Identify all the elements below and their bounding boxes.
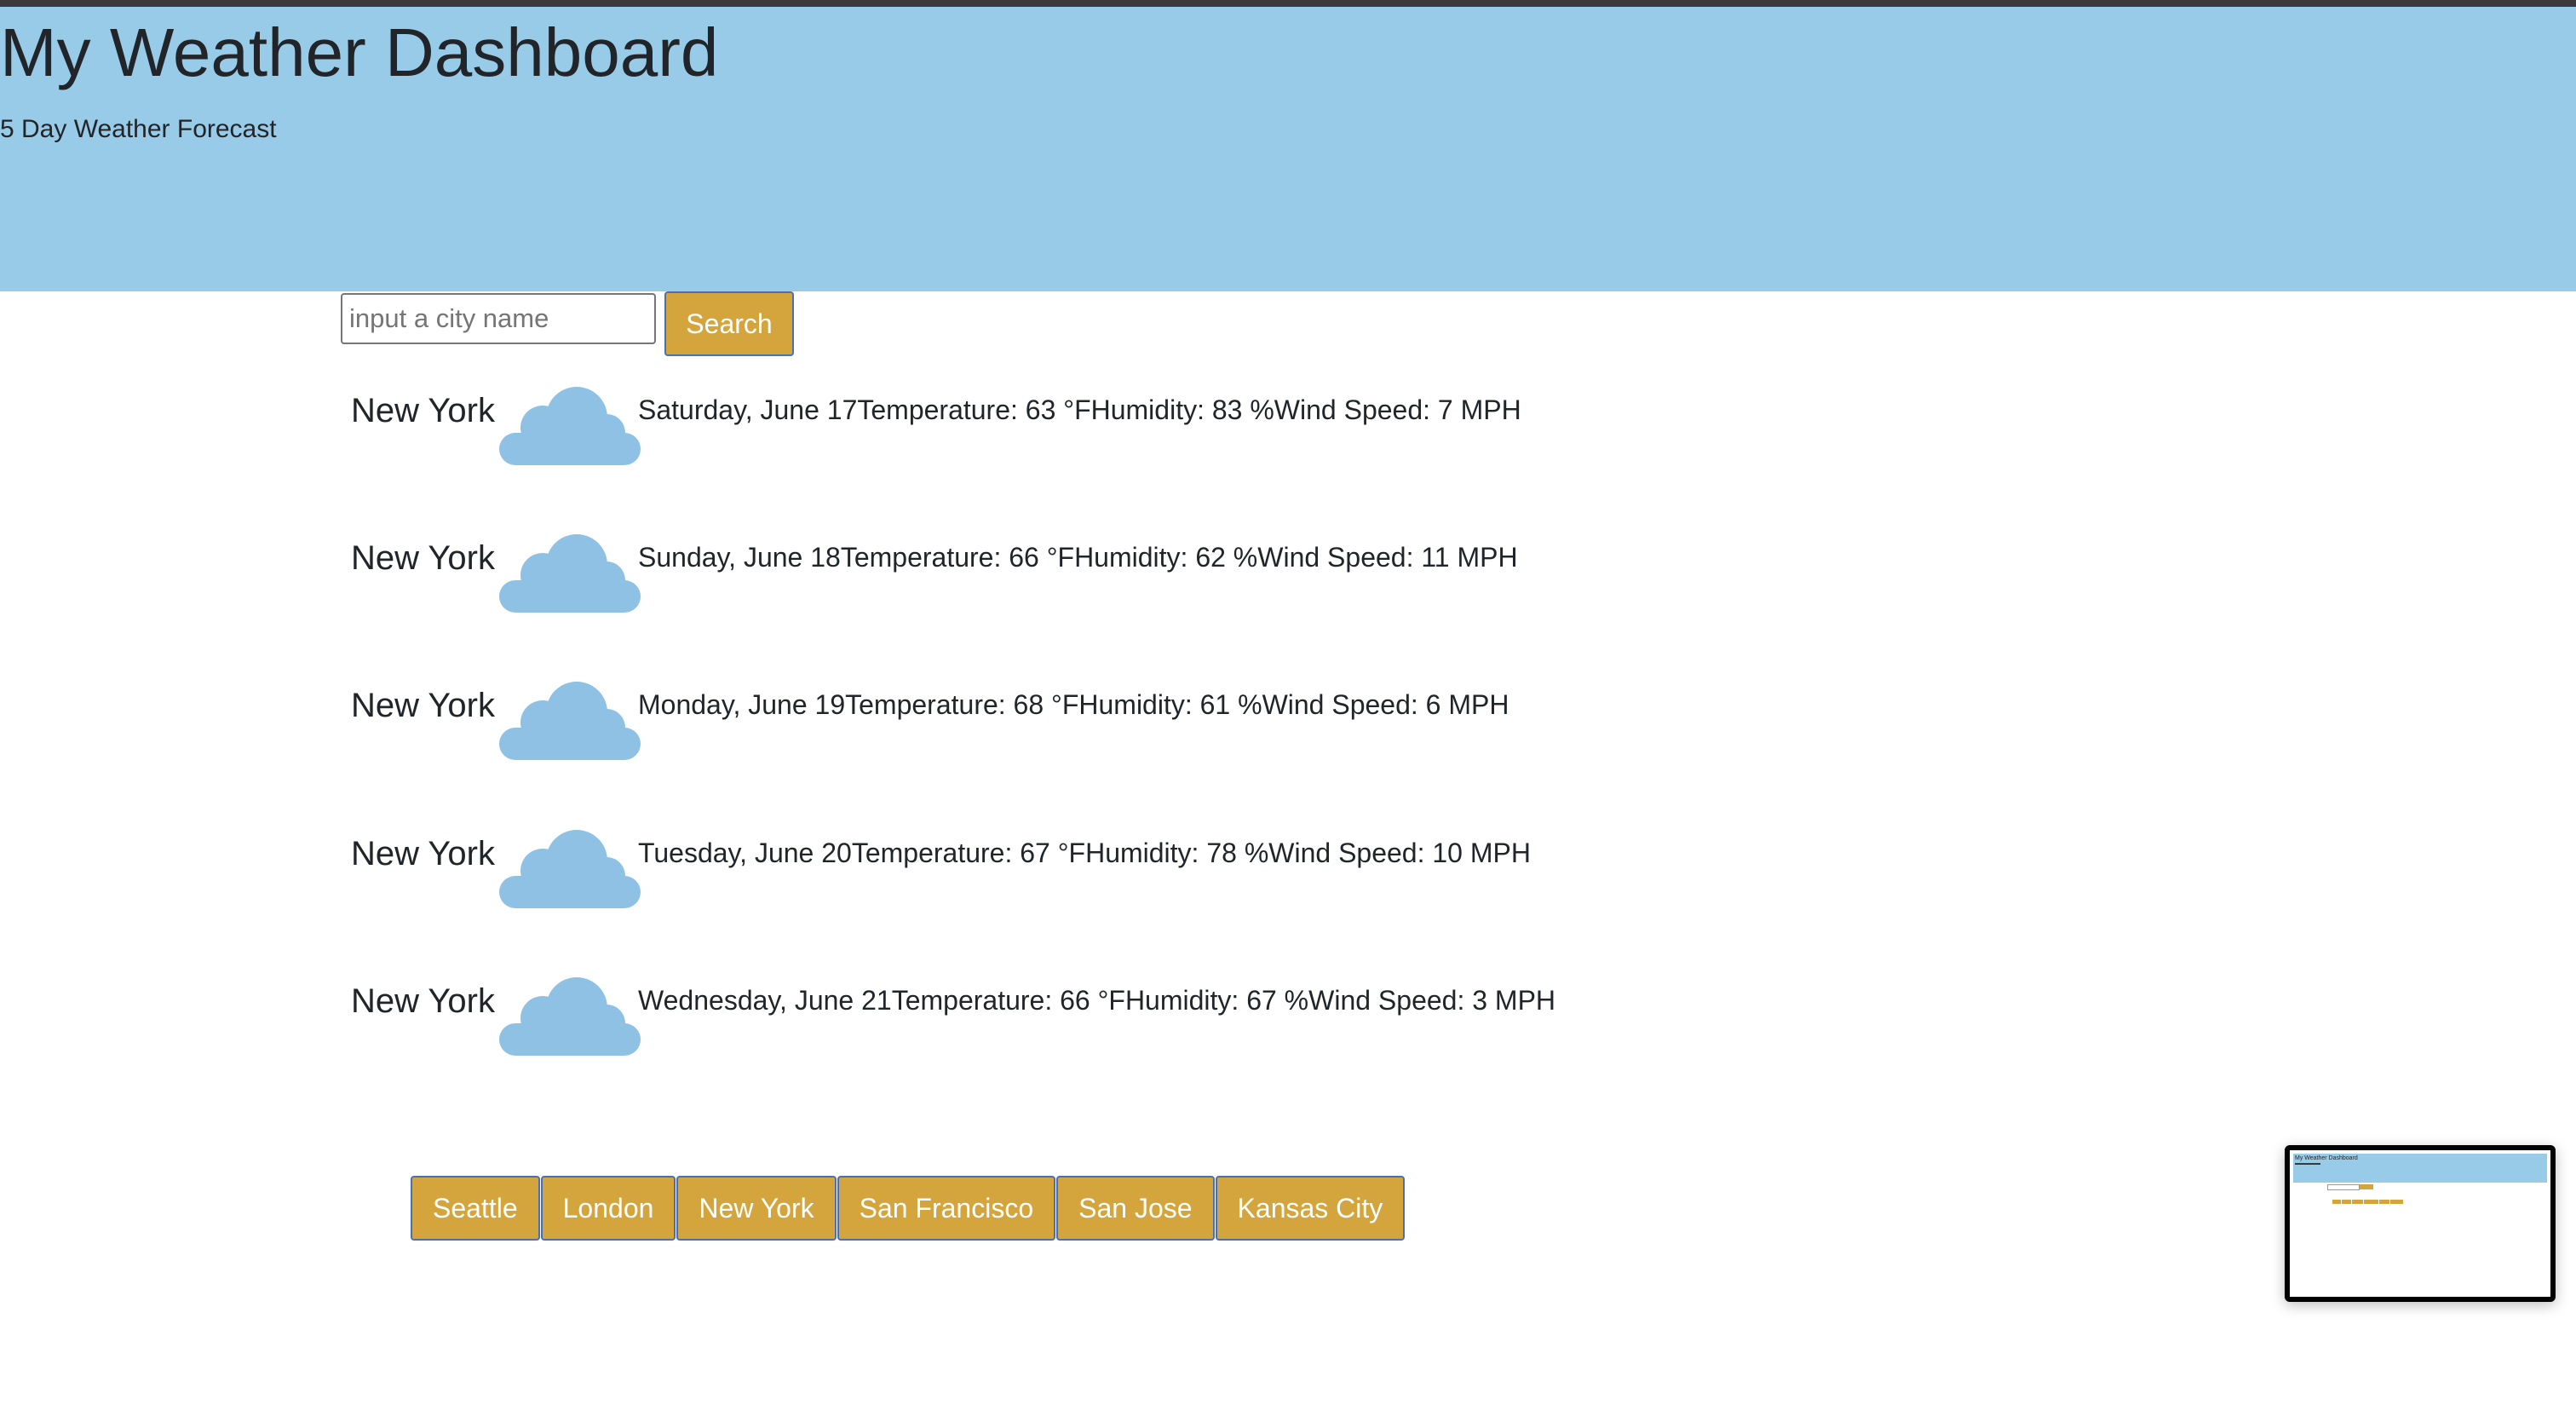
city-search-input[interactable] <box>341 293 656 344</box>
forecast-details: Saturday, June 17Temperature: 63 °FHumid… <box>638 394 1521 425</box>
cloud-icon <box>499 977 641 1056</box>
forecast-details: Wednesday, June 21Temperature: 66 °FHumi… <box>638 985 1556 1016</box>
cloud-icon <box>499 682 641 760</box>
history-button-kansas-city[interactable]: Kansas City <box>1215 1176 1406 1241</box>
cloud-icon <box>499 534 641 613</box>
history-button-new-york[interactable]: New York <box>676 1176 837 1241</box>
search-history: Seattle London New York San Francisco Sa… <box>411 1176 1406 1241</box>
thumbnail-history-button <box>2332 1200 2341 1204</box>
forecast-city-name: New York <box>351 687 495 724</box>
hero-banner: My Weather Dashboard 5 Day Weather Forec… <box>0 7 2576 291</box>
thumbnail-history-button <box>2390 1200 2403 1204</box>
forecast-row: New York Saturday, June 17Temperature: 6… <box>351 375 1629 477</box>
page: My Weather Dashboard 5 Day Weather Forec… <box>0 0 2576 1428</box>
thumbnail-history-button <box>2364 1200 2378 1204</box>
forecast-row: New York Monday, June 19Temperature: 68 … <box>351 670 1629 772</box>
forecast-details: Monday, June 19Temperature: 68 °FHumidit… <box>638 689 1509 720</box>
forecast-city-name: New York <box>351 982 495 1020</box>
history-button-london[interactable]: London <box>540 1176 676 1241</box>
thumbnail-search-input <box>2327 1184 2360 1190</box>
thumbnail-hero: My Weather Dashboard <box>2293 1154 2547 1183</box>
forecast-details: Sunday, June 18Temperature: 66 °FHumidit… <box>638 542 1518 573</box>
forecast-row: New York Wednesday, June 21Temperature: … <box>351 965 1629 1068</box>
forecast-city-name: New York <box>351 392 495 429</box>
thumbnail-history-button <box>2342 1200 2351 1204</box>
history-button-san-jose[interactable]: San Jose <box>1056 1176 1215 1241</box>
history-button-san-francisco[interactable]: San Francisco <box>837 1176 1056 1241</box>
page-title: My Weather Dashboard <box>0 14 719 90</box>
window-top-border <box>0 0 2576 7</box>
thumbnail-subtitle-line <box>2295 1163 2320 1165</box>
thumbnail-history-button <box>2352 1200 2363 1204</box>
forecast-row: New York Sunday, June 18Temperature: 66 … <box>351 522 1629 625</box>
history-button-seattle[interactable]: Seattle <box>411 1176 540 1241</box>
cloud-icon <box>499 830 641 908</box>
thumbnail-history-button <box>2379 1200 2389 1204</box>
cloud-icon <box>499 387 641 465</box>
screenshot-thumbnail[interactable]: My Weather Dashboard <box>2285 1145 2556 1302</box>
page-subtitle: 5 Day Weather Forecast <box>0 115 277 143</box>
forecast-row: New York Tuesday, June 20Temperature: 67… <box>351 818 1629 920</box>
forecast-city-name: New York <box>351 835 495 872</box>
forecast-city-name: New York <box>351 539 495 577</box>
thumbnail-title: My Weather Dashboard <box>2295 1155 2358 1161</box>
search-button[interactable]: Search <box>664 291 794 356</box>
thumbnail-search-button <box>2360 1184 2373 1189</box>
forecast-details: Tuesday, June 20Temperature: 67 °FHumidi… <box>638 838 1531 868</box>
